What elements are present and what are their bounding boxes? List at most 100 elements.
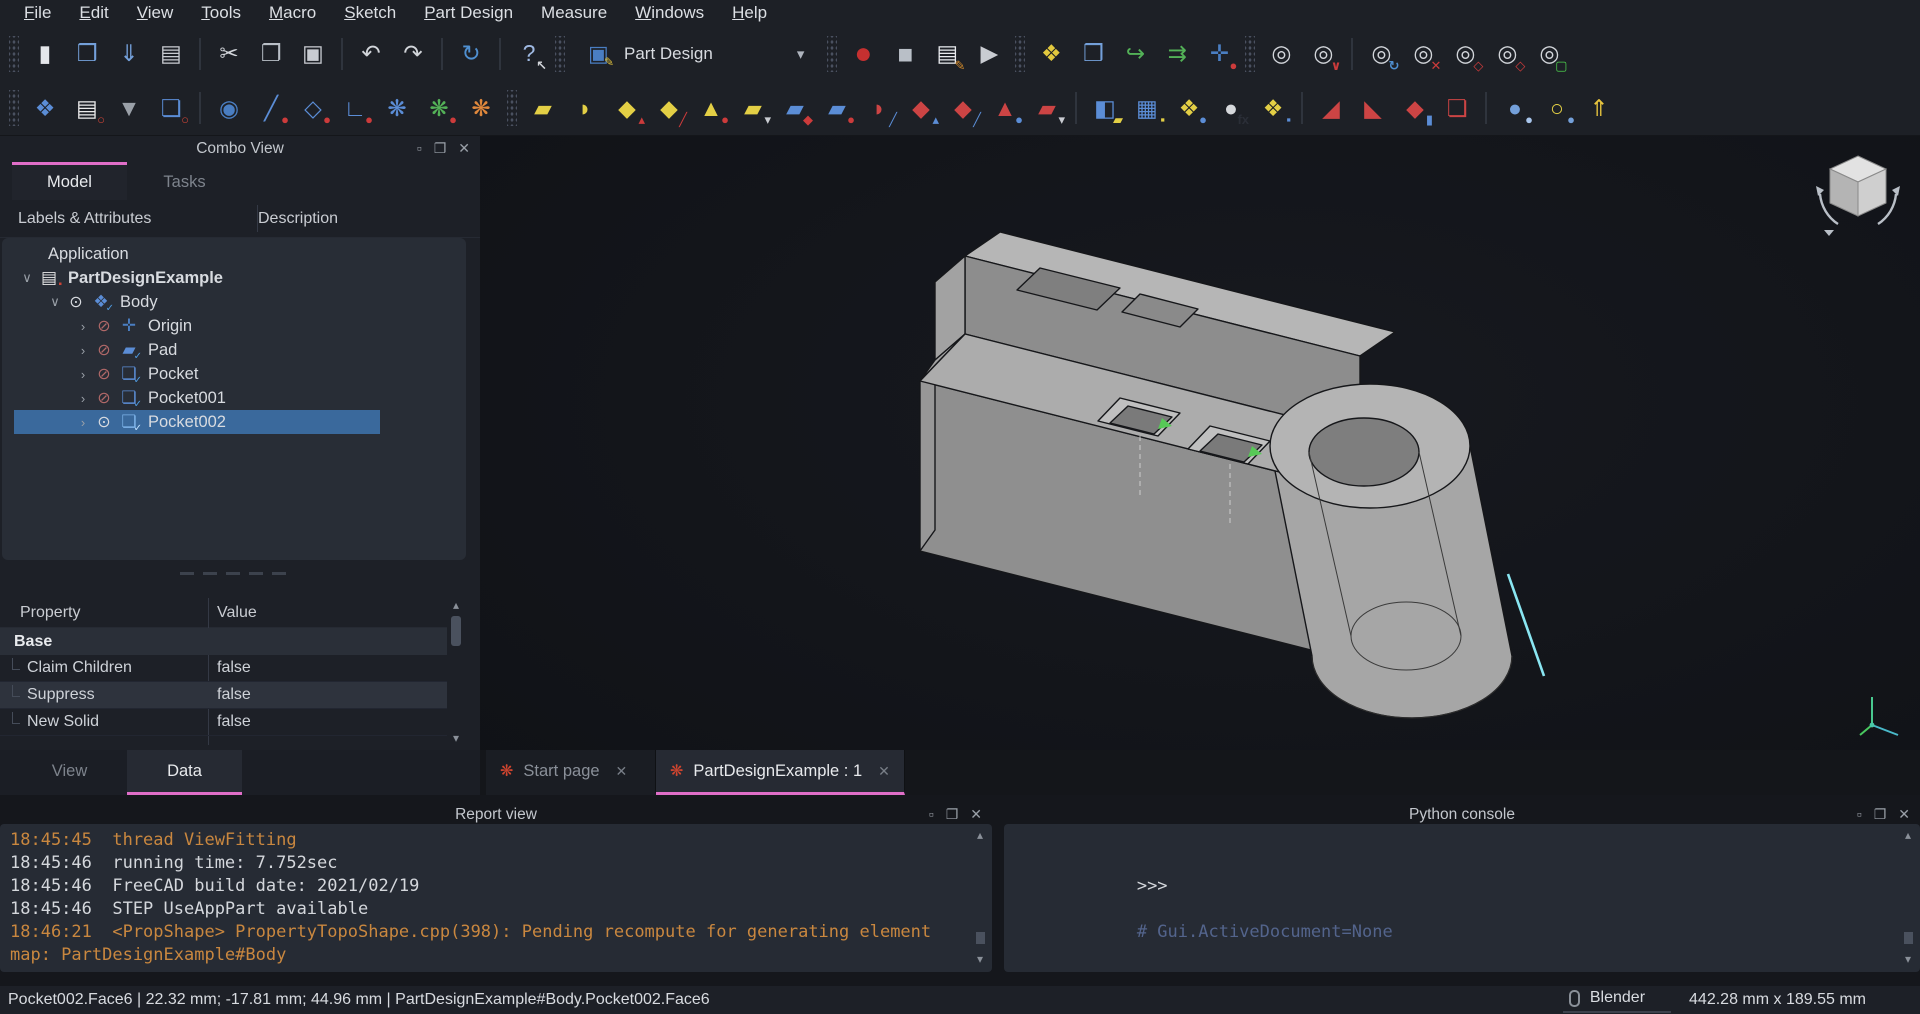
measure-refresh-button[interactable]: ◎ ↻ xyxy=(1364,35,1398,73)
copy-button[interactable]: ❐ xyxy=(254,35,288,73)
menu-item[interactable]: Sketch xyxy=(330,3,410,23)
chamfer-button[interactable]: ◣ xyxy=(1356,89,1390,127)
subtractive-pipe-button[interactable]: ◆ ╱ xyxy=(946,89,980,127)
edit-sketch-button[interactable]: ❏ ○ xyxy=(154,89,188,127)
close-icon[interactable]: ✕ xyxy=(458,140,470,157)
revolution-button[interactable]: ◗ xyxy=(568,89,602,127)
property-value[interactable]: false xyxy=(208,659,251,677)
print-button[interactable]: ▤ xyxy=(154,35,188,73)
property-scrollbar[interactable]: ▴ ▾ xyxy=(447,598,465,745)
expand-chevron-icon[interactable]: › xyxy=(74,415,92,430)
3d-viewport[interactable]: ❋ Start page ✕ ❋ PartDesignExample : 1 ✕ xyxy=(480,136,1920,795)
property-row[interactable]: Suppress false xyxy=(0,682,447,709)
map-sketch-button[interactable]: ▼ xyxy=(112,89,146,127)
property-header[interactable]: Property xyxy=(0,604,208,622)
thickness-button[interactable]: ❏ xyxy=(1440,89,1474,127)
pattern-scaled-button[interactable]: ❖ ▪ xyxy=(1256,89,1290,127)
close-icon[interactable]: ✕ xyxy=(878,763,890,780)
scroll-up-icon[interactable]: ▴ xyxy=(453,598,459,612)
additive-pipe-button[interactable]: ◆ ╱ xyxy=(652,89,686,127)
hole-button[interactable]: ▰ ● xyxy=(820,89,854,127)
minimize-icon[interactable]: ▫ xyxy=(929,806,934,823)
macro-edit-button[interactable]: ▤ ✎ xyxy=(930,35,964,73)
minimize-icon[interactable]: ▫ xyxy=(1857,806,1862,823)
torus-primitive-button[interactable]: ○ ● xyxy=(1540,89,1574,127)
tree-item[interactable]: › ⊙ ❏✓ Pocket002 xyxy=(2,410,466,434)
subtractive-loft-button[interactable]: ◆ ▴ xyxy=(904,89,938,127)
subtractive-primitive-button[interactable]: ▰ ▾ xyxy=(1030,89,1064,127)
tree-item[interactable]: ∨ ▤▪ PartDesignExample xyxy=(2,266,466,290)
clone-button[interactable]: ❋ xyxy=(464,89,498,127)
measure-toggle-all-button[interactable]: ◎ ◇ xyxy=(1448,35,1482,73)
whats-this-button[interactable]: ? ↖ xyxy=(512,35,546,73)
tree-item[interactable]: › ⊘ ❏✓ Pocket001 xyxy=(2,386,466,410)
create-sketch-button[interactable]: ▤ ○ xyxy=(70,89,104,127)
document-tab[interactable]: ❋ Start page ✕ xyxy=(486,750,656,795)
save-button[interactable]: ⇓ xyxy=(112,35,146,73)
menu-item[interactable]: Macro xyxy=(255,3,330,23)
measure-toggle-angular-button[interactable]: ◎ ◇ xyxy=(1490,35,1524,73)
migrate-button[interactable]: ⇑ xyxy=(1582,89,1616,127)
python-console-log[interactable]: >>> # Gui.ActiveDocument=None >>> filena… xyxy=(1004,824,1920,972)
scrollbar-thumb[interactable] xyxy=(976,932,985,944)
minimize-icon[interactable]: ▫ xyxy=(417,140,422,157)
tree-item[interactable]: › ⊘ ❏✓ Pocket xyxy=(2,362,466,386)
create-part-button[interactable]: ❖ xyxy=(1034,35,1068,73)
create-body-button[interactable]: ❖ xyxy=(28,89,62,127)
menu-item[interactable]: File xyxy=(10,3,65,23)
toolbar-grip[interactable] xyxy=(1015,36,1025,72)
document-tab[interactable]: ❋ PartDesignExample : 1 ✕ xyxy=(656,750,905,795)
measure-clear-button[interactable]: ◎ ✕ xyxy=(1406,35,1440,73)
menu-item[interactable]: Help xyxy=(718,3,781,23)
property-row[interactable]: New Solid false xyxy=(0,709,447,736)
close-icon[interactable]: ✕ xyxy=(616,763,628,780)
value-header[interactable]: Value xyxy=(208,604,257,622)
expand-chevron-icon[interactable]: ∨ xyxy=(18,270,36,286)
tree-item[interactable]: › ⊘ ✛ Origin xyxy=(2,314,466,338)
tab-view[interactable]: View xyxy=(12,750,127,795)
toolbar-grip[interactable] xyxy=(1245,36,1255,72)
multitransform-button[interactable]: ● fx xyxy=(1214,89,1248,127)
macro-record-button[interactable]: ● xyxy=(846,35,880,73)
menu-item[interactable]: Tools xyxy=(187,3,255,23)
expand-chevron-icon[interactable]: › xyxy=(74,391,92,406)
undo-button[interactable]: ↶ xyxy=(354,35,388,73)
scroll-down-icon[interactable]: ▾ xyxy=(453,731,459,745)
expand-chevron-icon[interactable]: › xyxy=(74,367,92,382)
float-icon[interactable]: ❐ xyxy=(946,806,959,823)
redo-button[interactable]: ↷ xyxy=(396,35,430,73)
property-row[interactable]: Claim Children false xyxy=(0,655,447,682)
local-coordinate-system-button[interactable]: ∟ ● xyxy=(338,89,372,127)
pocket-button[interactable]: ▰ ◆ xyxy=(778,89,812,127)
polar-pattern-button[interactable]: ❖ ● xyxy=(1172,89,1206,127)
measure-toggle-linear-button[interactable]: ◎ ▢ xyxy=(1532,35,1566,73)
toolbar-grip[interactable] xyxy=(555,36,565,72)
datum-axes-button[interactable]: ✛ ● xyxy=(1202,35,1236,73)
sub-shape-binder-button[interactable]: ❋ ● xyxy=(422,89,456,127)
report-view-log[interactable]: 18:45:45 thread ViewFitting 18:45:46 run… xyxy=(0,824,992,972)
float-icon[interactable]: ❐ xyxy=(434,140,447,157)
expand-chevron-icon[interactable]: ∨ xyxy=(46,294,64,310)
toolbar-grip[interactable] xyxy=(9,36,19,72)
tree-item[interactable]: ∨ ⊙ ❖✓ Body xyxy=(2,290,466,314)
make-link-button[interactable]: ↪ xyxy=(1118,35,1152,73)
report-scrollbar[interactable]: ▴ ▾ xyxy=(972,828,988,966)
menu-item[interactable]: Edit xyxy=(65,3,122,23)
additive-loft-button[interactable]: ◆ ▴ xyxy=(610,89,644,127)
scrollbar-thumb[interactable] xyxy=(451,616,461,646)
draft-button[interactable]: ◆ ▮ xyxy=(1398,89,1432,127)
datum-line-button[interactable]: ╱ ● xyxy=(254,89,288,127)
macro-stop-button[interactable]: ■ xyxy=(888,35,922,73)
menu-item[interactable]: Measure xyxy=(527,3,621,23)
navigation-cube[interactable] xyxy=(1810,142,1906,238)
tab-data[interactable]: Data xyxy=(127,750,242,795)
subtractive-helix-button[interactable]: ▲ ● xyxy=(988,89,1022,127)
create-group-button[interactable]: ❒ xyxy=(1076,35,1110,73)
additive-helix-button[interactable]: ▲ ● xyxy=(694,89,728,127)
console-scrollbar[interactable]: ▴ ▾ xyxy=(1900,828,1916,966)
datum-point-button[interactable]: ◉ xyxy=(212,89,246,127)
additive-primitive-button[interactable]: ▰ ▾ xyxy=(736,89,770,127)
make-sub-link-button[interactable]: ⇉ xyxy=(1160,35,1194,73)
refresh-button[interactable]: ↻ xyxy=(454,35,488,73)
tree-item[interactable]: Application xyxy=(2,242,466,266)
